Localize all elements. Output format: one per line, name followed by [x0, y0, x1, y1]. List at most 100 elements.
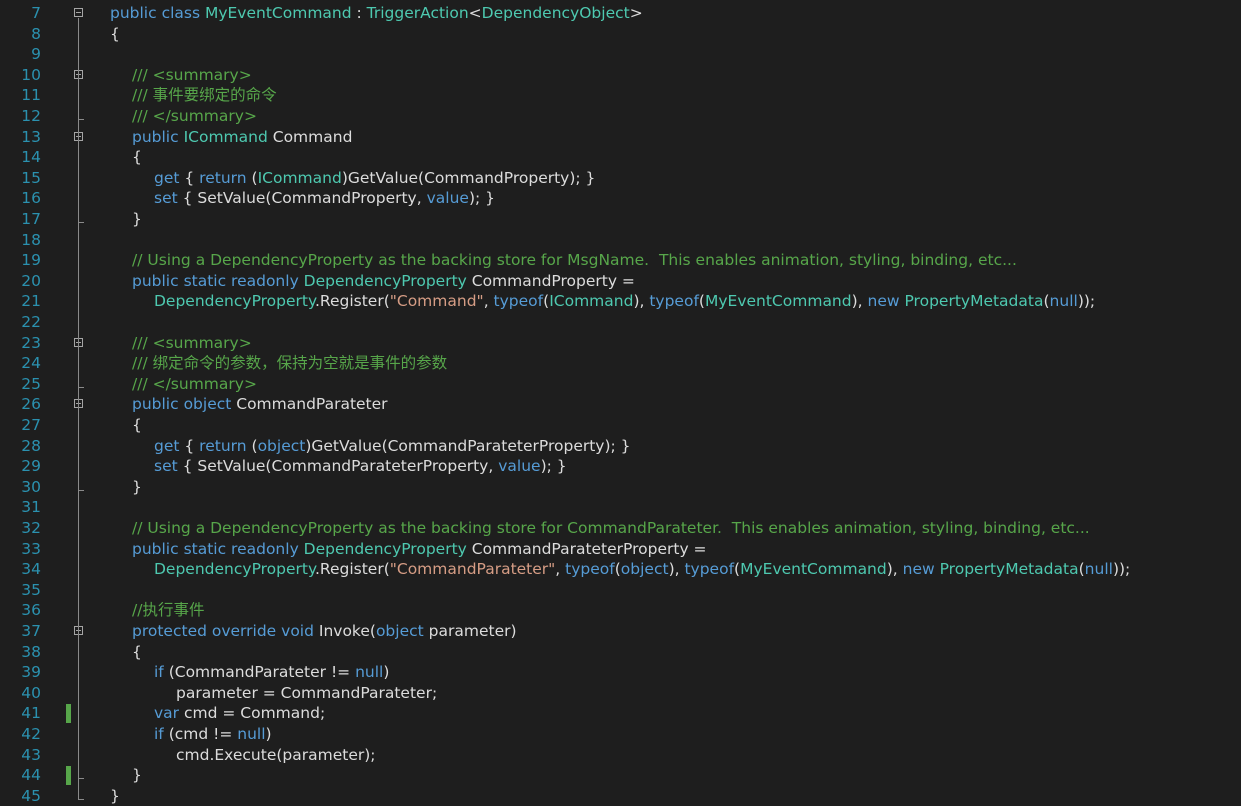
code-token: DependencyProperty [154, 560, 315, 579]
code-token: )GetValue(CommandProperty); } [341, 168, 596, 187]
line-number: 14 [21, 148, 41, 167]
code-token: public static readonly [132, 271, 304, 290]
code-token: ) [383, 663, 390, 682]
code-text: DependencyProperty.Register("Command", t… [154, 291, 1095, 312]
outline-guide-end [78, 119, 84, 120]
code-line[interactable]: 14 { [0, 147, 1241, 168]
code-token: typeof [565, 560, 615, 579]
code-token: < [468, 4, 482, 22]
code-token: DependencyProperty [154, 292, 315, 311]
code-token: { [110, 24, 120, 43]
code-line[interactable]: 43 cmd.Execute(parameter); [0, 745, 1241, 766]
code-line[interactable]: 26 public object CommandParateter [0, 394, 1241, 415]
code-line[interactable]: 41 var cmd = Command; [0, 703, 1241, 724]
code-token: // Using a DependencyProperty as the bac… [132, 251, 1017, 270]
code-token: null [237, 725, 266, 743]
code-token: { [132, 416, 142, 434]
code-token: parameter = CommandParateter; [176, 683, 438, 702]
code-token: null [1049, 292, 1078, 311]
code-line[interactable]: 18 [0, 230, 1241, 251]
code-text: /// </summary> [132, 374, 257, 395]
code-line[interactable]: 30} [0, 477, 1241, 498]
code-token: get [154, 168, 180, 187]
line-number: 10 [21, 65, 41, 84]
code-line[interactable]: 42 if (cmd != null) [0, 724, 1241, 745]
line-number: 42 [21, 725, 41, 743]
line-number: 38 [21, 642, 41, 661]
code-token: , [555, 560, 566, 579]
code-text: } [132, 765, 142, 786]
code-token: } [110, 786, 120, 805]
code-text: public static readonly DependencyPropert… [132, 539, 707, 560]
code-line[interactable]: 27 { [0, 415, 1241, 436]
code-line[interactable]: 40 parameter = CommandParateter; [0, 683, 1241, 704]
code-token: PropertyMetadata [904, 292, 1044, 311]
code-line[interactable]: 20 public static readonly DependencyPrope… [0, 271, 1241, 292]
line-number: 7 [31, 4, 41, 22]
code-line[interactable]: 25 /// </summary> [0, 374, 1241, 395]
code-line[interactable]: 10 /// <summary> [0, 65, 1241, 86]
code-text: { [132, 415, 142, 436]
code-line[interactable]: 8{ [0, 24, 1241, 45]
collapse-icon[interactable] [74, 8, 83, 17]
code-token: : [351, 4, 367, 22]
code-token: { [179, 168, 200, 187]
code-line[interactable]: 37 protected override void Invoke(object … [0, 621, 1241, 642]
code-token: protected override void [132, 622, 314, 640]
code-text: // Using a DependencyProperty as the bac… [132, 250, 1017, 271]
code-text: { [132, 147, 142, 168]
code-text: } [132, 477, 142, 498]
outline-guide-end [78, 778, 84, 780]
code-line[interactable]: 35 [0, 580, 1241, 601]
line-number: 31 [21, 498, 41, 517]
code-line[interactable]: 11 /// 事件要绑定的命令 [0, 85, 1241, 106]
code-line[interactable]: 23 /// <summary> [0, 333, 1241, 354]
code-token: new [867, 292, 905, 311]
code-line[interactable]: 17} [0, 209, 1241, 230]
code-editor[interactable]: 7 public class MyEventCommand : TriggerAc… [0, 0, 1241, 806]
code-line[interactable]: 32 // Using a DependencyProperty as the b… [0, 518, 1241, 539]
code-line[interactable]: 15 get { return (ICommand)GetValue(Comman… [0, 168, 1241, 189]
code-token: ICommand [257, 168, 342, 187]
code-line[interactable]: 34 DependencyProperty.Register("CommandPa… [0, 559, 1241, 580]
code-line[interactable]: 13 public ICommand Command [0, 127, 1241, 148]
code-line[interactable]: 12 /// </summary> [0, 106, 1241, 127]
code-line[interactable]: 33 public static readonly DependencyPrope… [0, 539, 1241, 560]
code-token: PropertyMetadata [939, 560, 1079, 579]
code-token: CommandParateter [231, 395, 388, 414]
line-number: 18 [21, 230, 41, 249]
code-line[interactable]: 39 if (CommandParateter != null) [0, 662, 1241, 683]
code-token: ( [246, 168, 258, 187]
code-line[interactable]: 31 [0, 497, 1241, 518]
code-line[interactable]: 38 { [0, 642, 1241, 663]
change-marker [66, 704, 71, 724]
code-line[interactable]: 21 DependencyProperty.Register("Command",… [0, 291, 1241, 312]
code-line[interactable]: 24 /// 绑定命令的参数，保持为空就是事件的参数 [0, 353, 1241, 374]
code-token: DependencyProperty [303, 271, 467, 290]
code-token: DependencyProperty [303, 539, 467, 558]
code-line[interactable]: 9 [0, 44, 1241, 65]
code-token: { [179, 436, 200, 455]
line-number: 16 [21, 189, 41, 208]
line-number: 45 [21, 786, 41, 805]
code-token: ICommand [183, 127, 268, 146]
code-token: DependencyObject [481, 4, 630, 22]
code-token: } [132, 477, 142, 496]
code-line[interactable]: 19 // Using a DependencyProperty as the b… [0, 250, 1241, 271]
code-line[interactable]: 45} [0, 786, 1241, 806]
code-text: public static readonly DependencyPropert… [132, 271, 635, 292]
code-line[interactable]: 7 public class MyEventCommand : TriggerAc… [0, 3, 1241, 24]
outline-guide [78, 141, 79, 222]
code-line[interactable]: 28 get { return (object)GetValue(CommandP… [0, 436, 1241, 457]
code-line[interactable]: 44} [0, 765, 1241, 786]
code-line[interactable]: 36 //执行事件 [0, 600, 1241, 621]
code-text: if (cmd != null) [154, 724, 272, 745]
code-token: .Register( [314, 560, 390, 579]
outline-guide-end [78, 222, 84, 223]
code-token: var [154, 704, 180, 723]
code-token: { SetValue(CommandProperty, [177, 189, 427, 208]
code-line[interactable]: 29 set { SetValue(CommandParateterPropert… [0, 456, 1241, 477]
code-line[interactable]: 22 [0, 312, 1241, 333]
code-token: public static readonly [132, 539, 304, 558]
code-line[interactable]: 16 set { SetValue(CommandProperty, value)… [0, 188, 1241, 209]
